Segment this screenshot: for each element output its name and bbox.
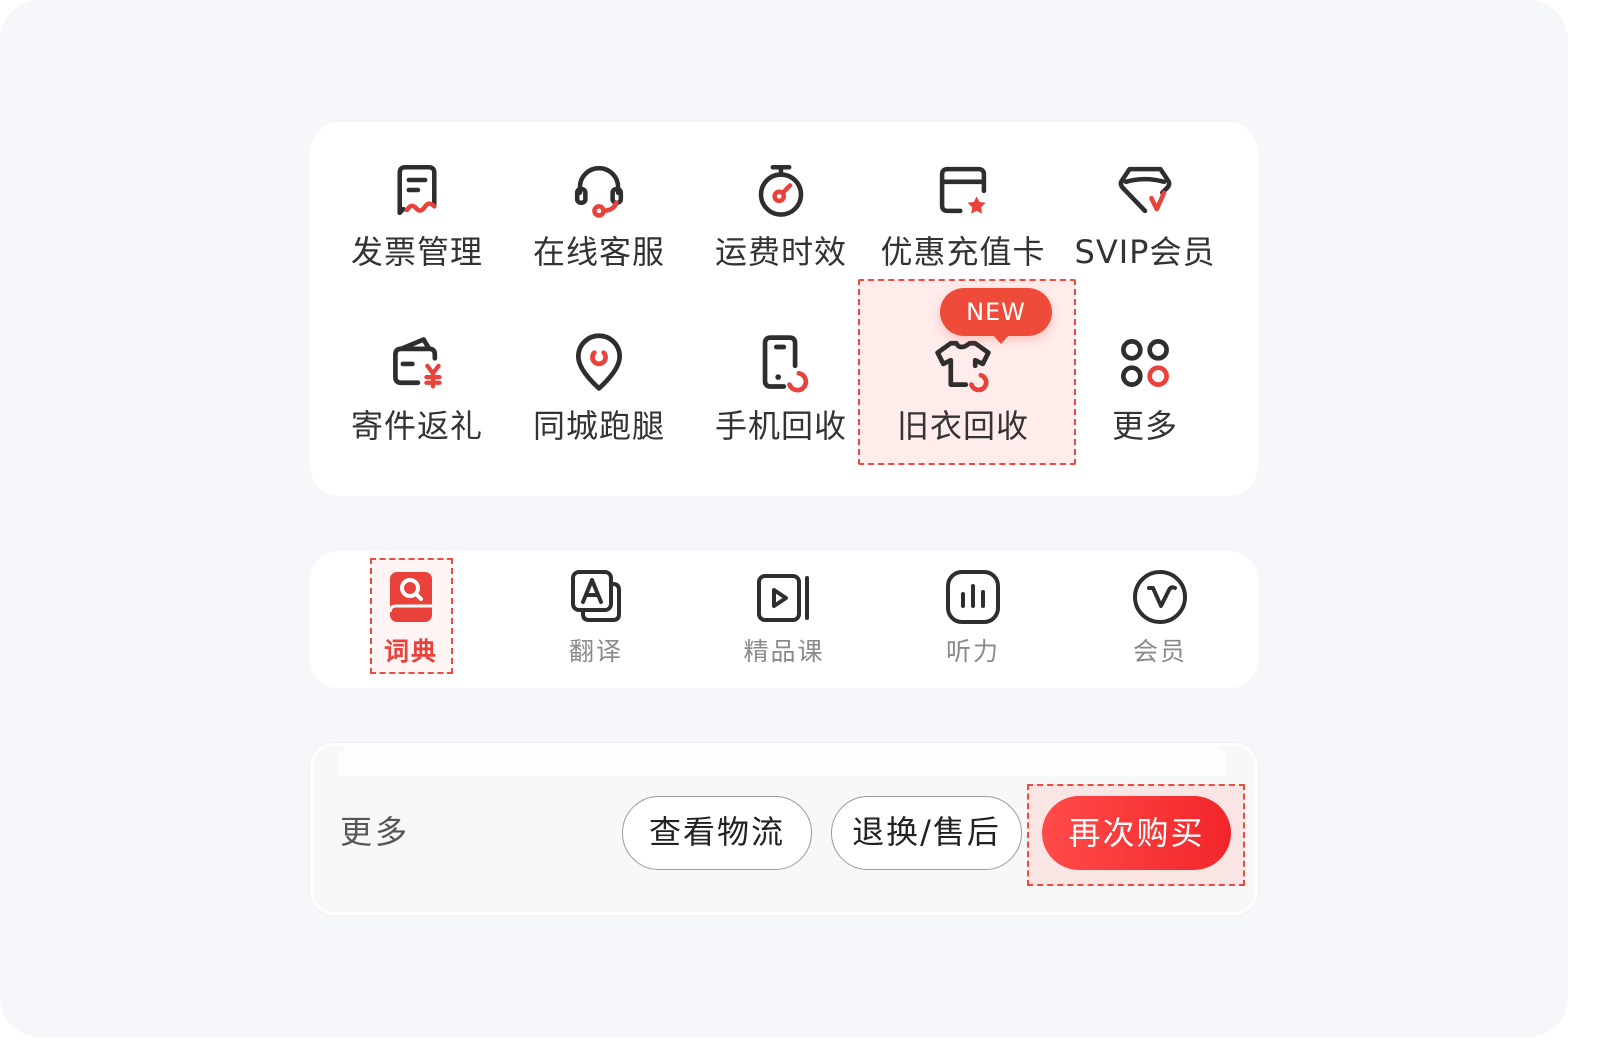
more-grid-icon	[1121, 339, 1169, 387]
member-v-icon	[1133, 570, 1187, 624]
service-customer-support[interactable]: 在线客服	[508, 122, 690, 272]
tab-premium-course[interactable]: 精品课	[709, 551, 859, 688]
service-label: 更多	[1111, 407, 1178, 445]
new-badge: NEW	[940, 288, 1052, 344]
service-phone-recycle[interactable]: 手机回收	[690, 296, 872, 446]
tab-label: 词典	[383, 637, 438, 666]
invoice-icon	[397, 165, 437, 215]
tab-translate[interactable]: 翻译	[521, 551, 671, 688]
view-logistics-button[interactable]: 查看物流	[622, 796, 812, 870]
service-city-errand[interactable]: 同城跑腿	[508, 296, 690, 446]
wallet-yen-icon	[393, 337, 442, 389]
service-label: 运费时效	[714, 233, 847, 271]
translate-icon	[571, 570, 621, 622]
service-label: 发票管理	[350, 233, 483, 271]
location-pin-icon	[575, 333, 623, 391]
service-send-gift[interactable]: 寄件返礼	[326, 296, 508, 446]
service-label: 寄件返礼	[350, 407, 483, 445]
tab-label: 精品课	[743, 637, 825, 666]
service-more[interactable]: 更多	[1054, 296, 1236, 446]
service-shipping-time[interactable]: 运费时效	[690, 122, 872, 272]
tab-label: 听力	[945, 637, 1000, 666]
service-invoice[interactable]: 发票管理	[326, 122, 508, 272]
voucher-card-icon	[939, 166, 987, 214]
phone-recycle-icon	[762, 335, 809, 393]
stopwatch-icon	[758, 165, 804, 217]
tab-member[interactable]: 会员	[1085, 551, 1235, 688]
dictionary-icon	[388, 572, 432, 622]
service-voucher-card[interactable]: 优惠充值卡	[872, 122, 1054, 272]
course-play-icon	[757, 574, 809, 622]
service-label: 优惠充值卡	[880, 233, 1046, 271]
more-link[interactable]: 更多	[340, 812, 410, 852]
service-label: 同城跑腿	[532, 407, 665, 445]
listening-icon	[946, 570, 1000, 624]
tab-label: 会员	[1132, 637, 1187, 666]
return-exchange-button[interactable]: 退换/售后	[831, 796, 1022, 870]
service-label: 手机回收	[714, 407, 847, 445]
service-svip[interactable]: SVIP会员	[1054, 122, 1236, 272]
tshirt-recycle-icon	[935, 340, 991, 393]
headset-icon	[574, 165, 624, 218]
service-label: 旧衣回收	[896, 407, 1029, 445]
tab-dictionary[interactable]: 词典	[336, 551, 486, 688]
buy-again-button[interactable]: 再次购买	[1042, 796, 1231, 870]
tab-listening[interactable]: 听力	[898, 551, 1048, 688]
card-top-strip	[338, 746, 1226, 776]
service-label: SVIP会员	[1074, 233, 1216, 271]
svip-diamond-icon	[1118, 166, 1172, 214]
service-label: 在线客服	[532, 233, 665, 271]
tab-label: 翻译	[568, 637, 623, 666]
